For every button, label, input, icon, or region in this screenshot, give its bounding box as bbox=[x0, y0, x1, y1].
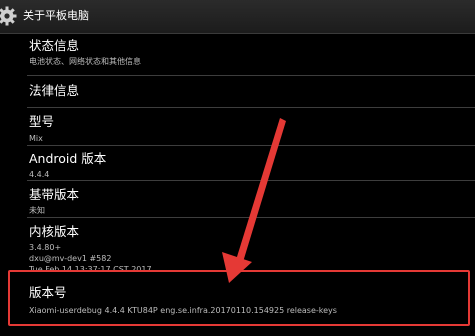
list-item-status[interactable]: 状态信息 电池状态、网络状态和其他信息 bbox=[29, 38, 449, 67]
item-title: 法律信息 bbox=[29, 83, 80, 98]
kernel-line: dxu@mv-dev1 #582 bbox=[29, 254, 112, 263]
list-item-android-version[interactable]: Android 版本 4.4.4 bbox=[29, 151, 449, 180]
list-item-baseband[interactable]: 基带版本 未知 bbox=[29, 187, 449, 216]
list-item-kernel[interactable]: 内核版本 3.4.80+ dxu@mv-dev1 #582 Tue Feb 14… bbox=[29, 224, 449, 275]
divider bbox=[27, 180, 475, 181]
item-subtitle: Mix bbox=[29, 134, 43, 143]
highlight-annotation bbox=[8, 270, 470, 326]
list-item-model[interactable]: 型号 Mix bbox=[29, 114, 449, 144]
item-subtitle: 电池状态、网络状态和其他信息 bbox=[29, 57, 141, 66]
divider bbox=[27, 107, 475, 108]
divider bbox=[27, 145, 475, 146]
item-subtitle: 未知 bbox=[29, 206, 45, 215]
item-title: 内核版本 bbox=[29, 224, 80, 239]
item-title: 基带版本 bbox=[29, 187, 80, 202]
list-item-legal[interactable]: 法律信息 bbox=[29, 83, 449, 98]
divider bbox=[27, 217, 475, 218]
settings-screen: 关于平板电脑 状态信息 电池状态、网络状态和其他信息 法律信息 型号 Mix A… bbox=[0, 0, 475, 336]
divider bbox=[27, 75, 475, 76]
gear-icon[interactable] bbox=[0, 5, 18, 27]
item-title: 型号 bbox=[29, 114, 55, 129]
action-bar: 关于平板电脑 bbox=[0, 0, 475, 34]
kernel-line: 3.4.80+ bbox=[29, 243, 62, 252]
page-title: 关于平板电脑 bbox=[23, 9, 89, 22]
item-title: Android 版本 bbox=[29, 151, 107, 166]
item-title: 状态信息 bbox=[29, 38, 80, 53]
item-subtitle: 4.4.4 bbox=[29, 170, 50, 179]
